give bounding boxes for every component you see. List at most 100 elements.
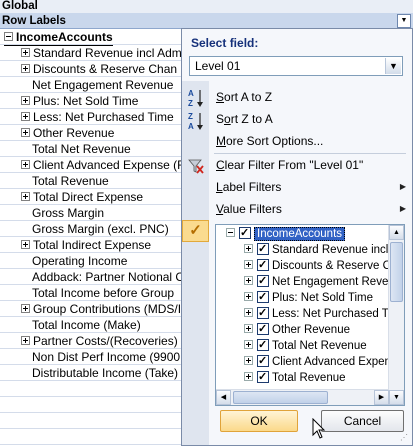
sort-a-to-z-item[interactable]: Sort A to Z xyxy=(216,88,272,106)
hscroll-thumb[interactable] xyxy=(233,391,328,404)
expand-plus-icon[interactable] xyxy=(244,340,253,350)
scroll-right-icon[interactable]: ▶ xyxy=(374,390,389,405)
pivot-row-item[interactable]: Total Income (Make) xyxy=(32,317,141,333)
row-label-text: Standard Revenue incl Adm xyxy=(33,46,182,60)
pivot-row-item[interactable]: Less: Net Purchased Time xyxy=(21,109,174,125)
scroll-thumb[interactable] xyxy=(390,242,403,302)
row-label-text: IncomeAccounts xyxy=(16,30,113,44)
checkbox-checked[interactable] xyxy=(257,353,269,369)
tree-node[interactable]: IncomeAccounts xyxy=(226,225,346,242)
expand-plus-icon[interactable] xyxy=(244,308,253,318)
checkbox-checked[interactable] xyxy=(239,225,251,241)
collapse-minus-icon[interactable] xyxy=(226,228,235,238)
horizontal-scrollbar[interactable]: ◀ ▶ xyxy=(216,389,389,405)
label-filters-accel: L xyxy=(216,180,223,194)
pivot-group-item[interactable]: IncomeAccounts xyxy=(4,29,113,46)
checkbox-checked[interactable] xyxy=(257,305,269,321)
pivot-row-item[interactable]: Total Net Revenue xyxy=(32,141,131,157)
checkbox-checked[interactable] xyxy=(257,289,269,305)
scroll-up-icon[interactable]: ▲ xyxy=(389,225,404,240)
tree-node-label: Net Engagement Revenu xyxy=(272,276,402,288)
tree-node[interactable]: Standard Revenue incl A xyxy=(244,241,399,258)
row-label-text: Addback: Partner Notional C xyxy=(32,270,185,284)
collapse-minus-icon[interactable] xyxy=(4,32,13,42)
checkbox-checked[interactable] xyxy=(257,369,269,385)
expand-plus-icon[interactable] xyxy=(21,160,30,170)
chevron-down-icon[interactable]: ▼ xyxy=(385,58,401,74)
pivot-row-item[interactable]: Total Income before Group xyxy=(32,285,174,301)
pivot-row-item[interactable]: Total Revenue xyxy=(32,173,109,189)
pivot-row-item[interactable]: Addback: Partner Notional C xyxy=(32,269,184,285)
pivot-row-item[interactable]: Plus: Net Sold Time xyxy=(21,93,138,109)
pivot-row-item[interactable]: Operating Income xyxy=(32,253,127,269)
dropdown-arrow-icon[interactable]: ▼ xyxy=(397,14,411,28)
tree-node[interactable]: Less: Net Purchased Tim xyxy=(244,305,400,322)
expand-plus-icon[interactable] xyxy=(21,336,30,346)
more-sort-text: ore Sort Options... xyxy=(226,134,324,148)
tree-node[interactable]: Client Advanced Expens xyxy=(244,353,397,370)
checkbox-checked[interactable] xyxy=(257,337,269,353)
label-filters-item[interactable]: Label Filters ▶ xyxy=(216,178,406,196)
expand-plus-icon[interactable] xyxy=(21,112,30,122)
expand-plus-icon[interactable] xyxy=(244,356,253,366)
scroll-left-icon[interactable]: ◀ xyxy=(216,390,231,405)
pivot-row-item[interactable]: Standard Revenue incl Adm xyxy=(21,45,182,61)
expand-plus-icon[interactable] xyxy=(244,324,253,334)
pivot-row-item[interactable]: Gross Margin (excl. PNC) xyxy=(32,221,169,237)
tree-node[interactable]: Net Engagement Revenu xyxy=(244,273,402,290)
more-sort-accel: M xyxy=(216,134,226,148)
sort-z-to-a-item[interactable]: Sort Z to A xyxy=(216,110,273,128)
ok-button[interactable]: OK xyxy=(220,410,298,432)
row-label-text: Total Net Revenue xyxy=(32,142,131,156)
row-label-text: Group Contributions (MDS/I xyxy=(33,302,182,316)
select-field-dropdown[interactable]: Level 01 ▼ xyxy=(189,56,403,76)
checkbox-checked[interactable] xyxy=(257,321,269,337)
expand-plus-icon[interactable] xyxy=(21,192,30,202)
row-label-text: Gross Margin xyxy=(32,206,105,220)
resize-grip-icon[interactable]: ⋰ xyxy=(400,433,410,443)
checkbox-checked[interactable] xyxy=(257,257,269,273)
expand-plus-icon[interactable] xyxy=(21,128,30,138)
tree-node[interactable]: Other Revenue xyxy=(244,321,350,338)
vertical-scrollbar[interactable]: ▲ ▼ xyxy=(388,225,404,405)
pivot-row-item[interactable]: Net Engagement Revenue xyxy=(32,77,173,93)
expand-plus-icon[interactable] xyxy=(21,240,30,250)
expand-plus-icon[interactable] xyxy=(21,64,30,74)
pivot-row-item[interactable]: Other Revenue xyxy=(21,125,114,141)
expand-plus-icon[interactable] xyxy=(21,48,30,58)
tree-node[interactable]: Total Revenue xyxy=(244,369,346,386)
expand-plus-icon[interactable] xyxy=(21,304,30,314)
expand-plus-icon[interactable] xyxy=(244,372,253,382)
expand-plus-icon[interactable] xyxy=(244,260,253,270)
pivot-row-item[interactable]: Gross Margin xyxy=(32,205,104,221)
row-label-text: Operating Income xyxy=(32,254,128,268)
checkbox-checked[interactable] xyxy=(257,241,269,257)
pivot-row-item[interactable]: Non Dist Perf Income (9900 xyxy=(32,349,180,365)
tree-node[interactable]: Discounts & Reserve Ch xyxy=(244,257,397,274)
expand-plus-icon[interactable] xyxy=(244,244,253,254)
pivot-row-item[interactable]: Partner Costs/(Recoveries) xyxy=(21,333,178,349)
value-filters-item[interactable]: Value Filters ▶ xyxy=(216,200,406,218)
expand-plus-icon[interactable] xyxy=(244,292,253,302)
pivot-row-item[interactable]: Distributable Income (Take) xyxy=(32,365,178,381)
expand-plus-icon[interactable] xyxy=(21,96,30,106)
pivot-row-item[interactable]: Discounts & Reserve Chan xyxy=(21,61,177,77)
tree-node[interactable]: Plus: Net Sold Time xyxy=(244,289,373,306)
filter-popup: Select field: Level 01 ▼ A Z Sort A to Z… xyxy=(181,28,413,446)
pivot-row-item[interactable]: Total Indirect Expense xyxy=(21,237,151,253)
scroll-down-icon[interactable]: ▼ xyxy=(389,390,404,405)
pivot-row-item[interactable]: Client Advanced Expense (F xyxy=(21,157,184,173)
clear-filter-item[interactable]: Clear Filter From "Level 01" xyxy=(216,156,363,174)
cancel-button[interactable]: Cancel xyxy=(321,410,404,432)
tree-node[interactable]: Total Net Revenue xyxy=(244,337,367,354)
checkbox-checked[interactable] xyxy=(257,273,269,289)
more-sort-options-item[interactable]: More Sort Options... xyxy=(216,132,323,150)
row-labels-header[interactable]: Row Labels ▼ xyxy=(0,13,413,29)
field-items-tree[interactable]: IncomeAccounts Standard Revenue incl A Dis… xyxy=(215,224,405,406)
pivot-row-item[interactable]: Group Contributions (MDS/I xyxy=(21,301,181,317)
pivot-row-item[interactable]: Total Direct Expense xyxy=(21,189,143,205)
tree-node-label: Standard Revenue incl A xyxy=(272,244,399,256)
row-label-text: Total Direct Expense xyxy=(33,190,144,204)
expand-plus-icon[interactable] xyxy=(244,276,253,286)
svg-text:Z: Z xyxy=(188,112,193,121)
